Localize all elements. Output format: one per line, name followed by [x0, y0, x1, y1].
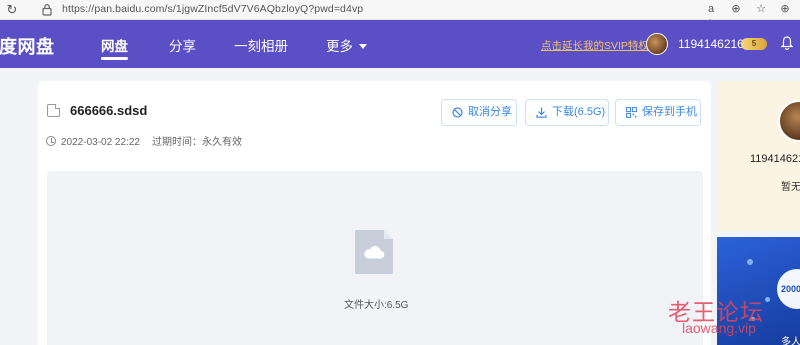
nav-item-netdisk[interactable]: 网盘	[101, 35, 128, 55]
brand-logo-text[interactable]: 度网盘	[0, 33, 55, 59]
cloud-file-icon	[355, 230, 393, 274]
user-info-card: 1194146216 暂无	[717, 81, 800, 231]
banner-number: 2000	[781, 284, 800, 294]
save-to-phone-label: 保存到手机	[642, 106, 697, 118]
top-navigation: 度网盘 网盘 分享 一刻相册 更多 点击延长我的SVIP特权 119414621…	[0, 20, 800, 68]
file-icon	[47, 104, 60, 117]
download-button[interactable]: 下载(6.5G)	[525, 99, 609, 126]
cancel-share-button[interactable]: 取消分享	[441, 99, 517, 126]
extensions-icon[interactable]: ⊕	[777, 1, 793, 17]
zoom-icon[interactable]: ⊕	[728, 1, 744, 17]
url-text[interactable]: https://pan.baidu.com/s/1jgwZIncf5dV7V6A…	[62, 2, 363, 16]
share-date: 2022-03-02 22:22	[61, 137, 140, 148]
download-label: 下载(6.5G)	[552, 106, 606, 118]
nav-item-share[interactable]: 分享	[169, 35, 196, 55]
browser-address-bar: ↻ https://pan.baidu.com/s/1jgwZIncf5dV7V…	[0, 0, 800, 31]
sidebar-status-text: 暂无	[781, 182, 800, 193]
clock-icon	[46, 136, 56, 146]
share-card: 666666.sdsd 取消分享 下载(6.5G) 保存到手机 2022-03-…	[38, 81, 711, 345]
banner-decoration	[765, 297, 770, 302]
sidebar-user-id: 1194146216	[750, 153, 800, 165]
file-preview: 文件大小:6.5G	[47, 171, 703, 345]
nav-item-more[interactable]: 更多	[326, 35, 367, 55]
file-size-text: 文件大小:6.5G	[344, 300, 409, 311]
avatar[interactable]	[646, 33, 668, 55]
nav-item-more-label: 更多	[326, 39, 353, 54]
username[interactable]: 1194146216	[678, 37, 744, 51]
vip-level-badge: 5	[741, 38, 767, 50]
reload-icon[interactable]: ↻	[4, 2, 20, 18]
read-aloud-icon[interactable]: aあ	[703, 1, 719, 31]
save-to-phone-button[interactable]: 保存到手机	[615, 99, 701, 126]
cancel-icon	[452, 107, 463, 118]
chevron-down-icon	[359, 44, 367, 49]
notification-icon[interactable]	[780, 36, 795, 52]
cancel-share-label: 取消分享	[468, 106, 512, 118]
banner-footer-text: 多人	[781, 337, 800, 345]
svip-extend-link[interactable]: 点击延长我的SVIP特权	[541, 38, 649, 53]
file-name: 666666.sdsd	[70, 103, 148, 118]
banner-decoration	[747, 259, 753, 265]
watermark-url: laowang.vip	[682, 320, 756, 336]
nav-item-album[interactable]: 一刻相册	[234, 35, 288, 55]
expiry-text: 过期时间：永久有效	[151, 137, 242, 148]
qrcode-icon	[626, 107, 637, 118]
sidebar-avatar[interactable]	[778, 100, 800, 142]
nav-active-indicator	[101, 57, 128, 60]
lock-icon[interactable]	[41, 3, 53, 16]
file-meta: 2022-03-02 22:22 过期时间：永久有效	[46, 136, 242, 150]
favorite-icon[interactable]: ☆	[753, 1, 769, 17]
download-icon	[536, 107, 547, 118]
